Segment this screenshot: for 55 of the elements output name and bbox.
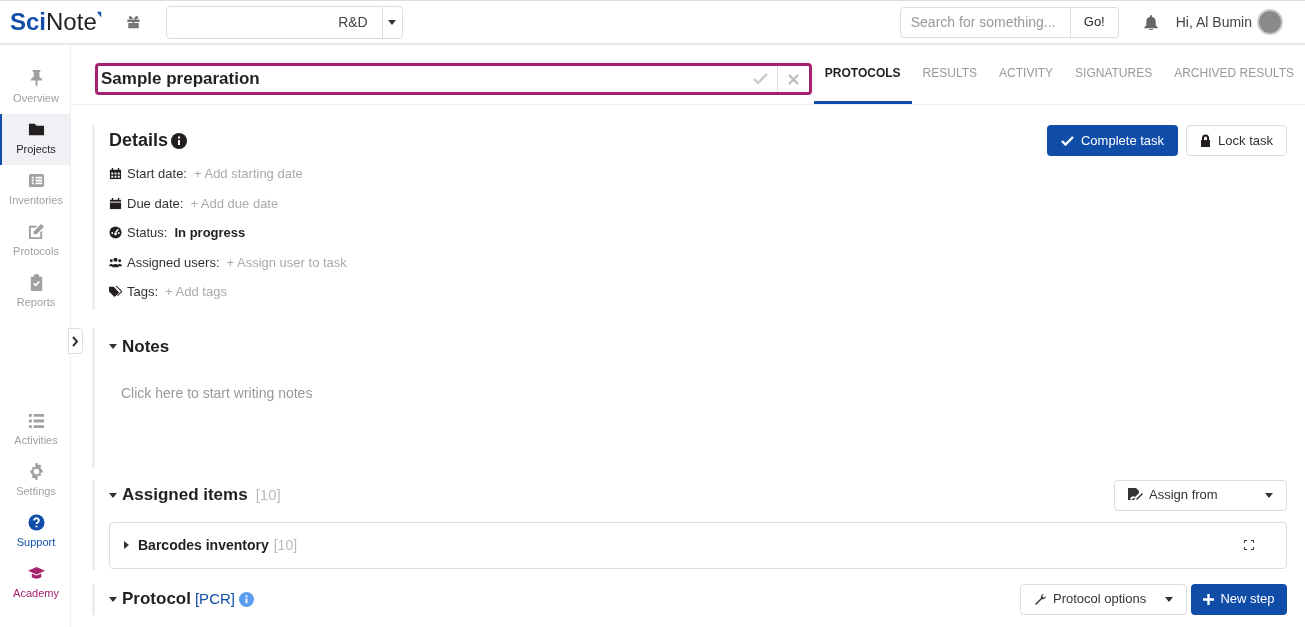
task-name-field[interactable]: Sample preparation [95,63,812,95]
scinote-logo[interactable]: SciNote [10,10,102,34]
sidebar-item[interactable]: Support [0,507,70,558]
caret-icon [388,19,397,25]
field-label: Assigned users: [127,253,220,272]
user-greeting[interactable]: Hi, Al Bumin [1175,11,1252,33]
field-label: Due date: [127,194,184,213]
check-icon[interactable] [752,73,768,85]
signature-icon [1128,488,1143,502]
field-label: Tags: [127,283,159,301]
section-title: Details [109,129,169,152]
caret-icon[interactable] [109,492,117,498]
inventory-card[interactable]: Barcodes inventory [10] [109,521,1287,569]
lock-icon [1200,134,1212,147]
protocol-options-dropdown[interactable]: Protocol options [1020,583,1187,615]
sidebar-item[interactable]: Academy [0,558,70,609]
search-field[interactable]: Search for something... [899,6,1071,38]
lock-task-button[interactable]: Lock task [1186,125,1287,156]
field-label: Start date: [127,165,187,183]
info-icon[interactable] [171,132,188,149]
field-value: In progress [174,224,246,242]
users-icon [109,255,122,269]
tags-icon [109,285,122,299]
team-select[interactable]: R&D [165,5,403,39]
field-label: Status: [127,224,168,242]
calendar-icon [109,167,122,181]
section-title[interactable]: Assigned items [122,482,248,508]
bell-icon[interactable] [1143,14,1158,30]
fullscreen-icon[interactable] [1244,540,1254,550]
caret-icon [1265,492,1273,498]
section-title[interactable]: Protocol [122,586,191,612]
item-count: [10] [273,535,298,555]
complete-task-button[interactable]: Complete task [1047,125,1179,156]
chevron-right-icon [72,335,79,347]
expand-sidebar-button[interactable] [68,328,83,354]
sidebar-item[interactable]: Projects [0,114,70,165]
caret-icon[interactable] [109,596,117,602]
gift-icon[interactable] [125,15,141,29]
section-title[interactable]: Notes [122,333,170,359]
protocol-name-link[interactable]: [PCR] [194,587,235,611]
wrench-icon [1034,592,1047,606]
caret-icon[interactable] [124,541,129,549]
item-count: [10] [255,484,281,505]
caret-icon [1165,596,1173,602]
tab[interactable]: PROTOCOLS [813,45,912,104]
gauge-icon [109,226,122,240]
calendar-icon [109,196,122,210]
go-button[interactable]: Go! [1070,6,1119,38]
plus-icon [1203,593,1215,605]
new-step-button[interactable]: New step [1191,583,1287,615]
check-icon [1061,135,1074,146]
caret-icon[interactable] [109,343,117,349]
assign-from-dropdown[interactable]: Assign from [1114,479,1287,511]
inventory-name: Barcodes inventory [138,535,269,555]
avatar[interactable] [1257,9,1283,35]
